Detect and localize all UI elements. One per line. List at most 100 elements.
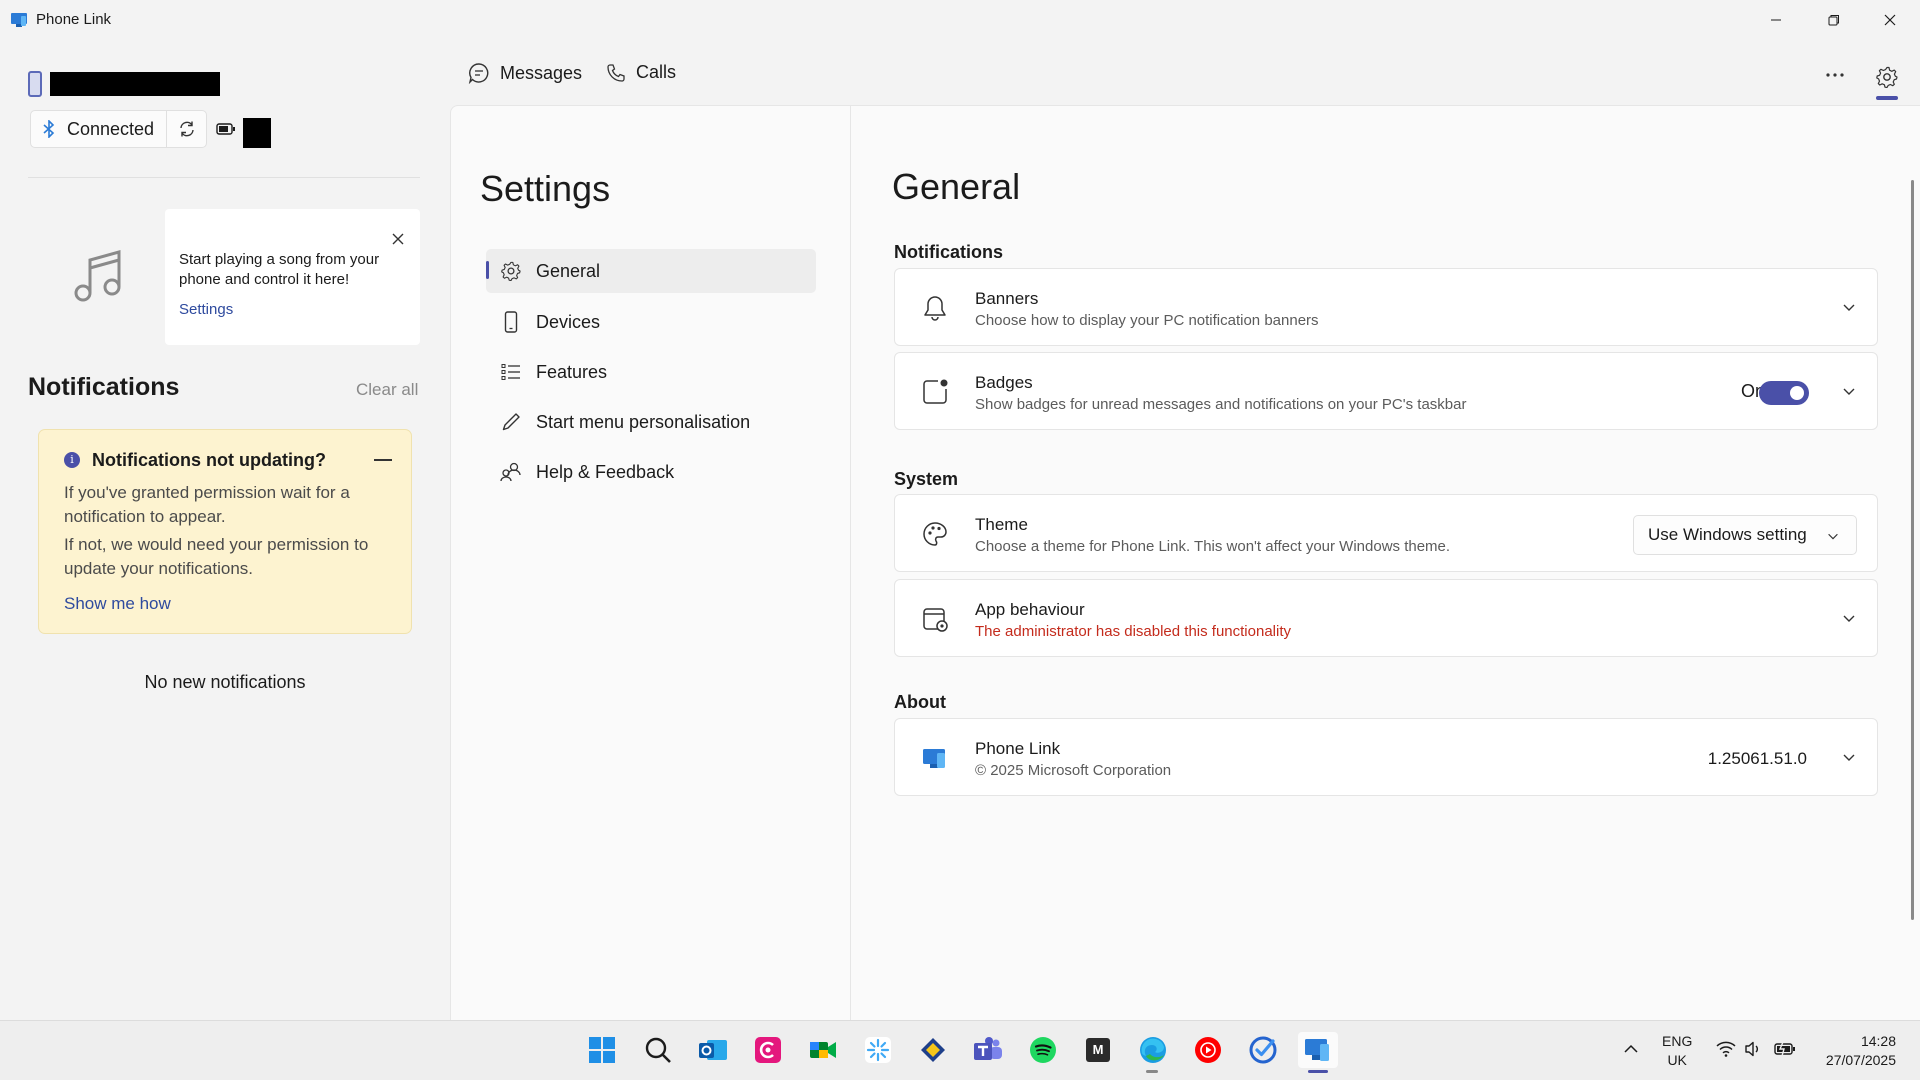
general-title: General [892, 166, 1021, 207]
about-copyright: © 2025 Microsoft Corporation [975, 762, 1172, 779]
settings-gear-button[interactable] [1872, 62, 1902, 92]
phone-link-active-indicator [1308, 1070, 1328, 1073]
music-message: Start playing a song from your phone and… [179, 251, 380, 288]
m-app-icon[interactable]: M [1078, 1032, 1118, 1068]
search-icon[interactable] [638, 1032, 678, 1068]
warning-line-2: If not, we would need your permission to… [64, 535, 369, 578]
clock[interactable]: 14:28 27/07/2025 [1806, 1032, 1896, 1070]
connection-controls: Connected [30, 110, 208, 148]
asterisk-app-icon[interactable] [858, 1032, 898, 1068]
app-behaviour-subtitle: The administrator has disabled this func… [975, 623, 1291, 640]
more-options-button[interactable] [1818, 62, 1852, 88]
battery-charging-icon[interactable] [1774, 1041, 1796, 1057]
banners-card[interactable]: Banners Choose how to display your PC no… [894, 268, 1878, 346]
close-music-card-button[interactable] [388, 229, 408, 249]
connection-status-label: Connected [67, 118, 155, 139]
music-info-card: Start playing a song from your phone and… [165, 209, 420, 345]
about-title: Phone Link [975, 739, 1061, 758]
section-notifications: Notifications [894, 242, 1004, 262]
cisco-icon[interactable] [748, 1032, 788, 1068]
nav-selection-indicator [486, 261, 489, 279]
volume-icon[interactable] [1744, 1041, 1764, 1057]
content-scrollbar[interactable] [1911, 180, 1914, 920]
minimize-warning-button[interactable] [374, 459, 392, 461]
todo-icon[interactable] [1243, 1032, 1283, 1068]
gear-icon [486, 261, 536, 281]
connection-status-button[interactable]: Connected [31, 111, 166, 147]
tab-calls[interactable]: Calls [606, 62, 676, 83]
music-settings-link[interactable]: Settings [179, 301, 233, 318]
outlook-icon[interactable] [693, 1032, 733, 1068]
wifi-icon[interactable] [1716, 1041, 1736, 1057]
warning-line-1: If you've granted permission wait for a … [64, 483, 350, 526]
app-behaviour-title: App behaviour [975, 600, 1085, 619]
nav-item-devices-label: Devices [536, 311, 601, 332]
chat-icon [468, 62, 490, 84]
tab-messages[interactable]: Messages [468, 62, 582, 84]
tab-calls-label: Calls [636, 62, 677, 82]
language-code: ENG [1662, 1033, 1693, 1049]
about-card[interactable]: Phone Link © 2025 Microsoft Corporation … [894, 718, 1878, 796]
phone-link-app-icon [10, 11, 28, 29]
restore-button[interactable] [1806, 0, 1862, 40]
show-me-how-link[interactable]: Show me how [64, 594, 171, 614]
settings-title: Settings [480, 168, 611, 209]
google-meet-icon[interactable] [803, 1032, 843, 1068]
chevron-down-icon[interactable] [1841, 610, 1857, 626]
tab-messages-label: Messages [500, 62, 583, 83]
theme-subtitle: Choose a theme for Phone Link. This won'… [975, 538, 1451, 555]
left-pane-divider [28, 177, 420, 178]
chevron-down-icon [1826, 529, 1840, 543]
badges-card[interactable]: Badges Show badges for unread messages a… [894, 352, 1878, 430]
list-icon [486, 363, 536, 381]
start-button[interactable] [582, 1032, 622, 1068]
badges-subtitle: Show badges for unread messages and noti… [975, 396, 1467, 413]
chevron-down-icon[interactable] [1841, 749, 1857, 765]
phone-device-icon [28, 71, 42, 97]
theme-select[interactable]: Use Windows setting [1633, 515, 1857, 555]
theme-card: Theme Choose a theme for Phone Link. Thi… [894, 494, 1878, 572]
window-settings-icon [921, 605, 949, 633]
settings-nav-panel [450, 105, 851, 1020]
badges-toggle[interactable] [1759, 381, 1809, 405]
youtube-music-icon[interactable] [1188, 1032, 1228, 1068]
nav-item-general[interactable]: General [486, 249, 816, 293]
nav-item-help[interactable]: Help & Feedback [486, 450, 816, 494]
title-bar: Phone Link [0, 0, 1920, 40]
bluetooth-icon [43, 120, 55, 138]
badge-icon [921, 378, 949, 406]
chevron-up-icon[interactable] [1622, 1040, 1640, 1058]
nav-item-general-label: General [536, 260, 601, 281]
phone-link-logo-icon [921, 744, 949, 772]
teams-icon[interactable] [968, 1032, 1008, 1068]
badges-title: Badges [975, 373, 1033, 392]
clear-all-button[interactable]: Clear all [356, 380, 418, 400]
nav-item-start-menu[interactable]: Start menu personalisation [486, 400, 816, 444]
chevron-down-icon[interactable] [1841, 383, 1857, 399]
nav-item-features[interactable]: Features [486, 350, 816, 394]
redacted-device-name [50, 72, 220, 96]
shield-app-icon[interactable] [913, 1032, 953, 1068]
language-indicator[interactable]: ENG UK [1662, 1032, 1692, 1070]
redacted-battery-level [243, 118, 271, 148]
chevron-down-icon[interactable] [1841, 299, 1857, 315]
section-system: System [894, 469, 959, 489]
minimize-button[interactable] [1748, 0, 1804, 40]
nav-item-devices[interactable]: Devices [486, 300, 816, 344]
spotify-icon[interactable] [1023, 1032, 1063, 1068]
close-window-button[interactable] [1862, 0, 1918, 40]
edge-icon[interactable] [1133, 1032, 1173, 1068]
banners-subtitle: Choose how to display your PC notificati… [975, 312, 1319, 329]
app-version: 1.25061.51.0 [1707, 749, 1807, 768]
phone-icon [486, 311, 536, 333]
phone-call-icon [606, 63, 626, 83]
people-icon [486, 462, 536, 482]
refresh-button[interactable] [166, 111, 206, 147]
device-header [28, 70, 220, 98]
refresh-icon [178, 120, 196, 138]
battery-icon [216, 122, 236, 136]
app-behaviour-card[interactable]: App behaviour The administrator has disa… [894, 579, 1878, 657]
nav-item-features-label: Features [536, 361, 608, 382]
phone-link-taskbar-icon[interactable] [1298, 1032, 1338, 1068]
active-tab-indicator [1876, 96, 1898, 100]
